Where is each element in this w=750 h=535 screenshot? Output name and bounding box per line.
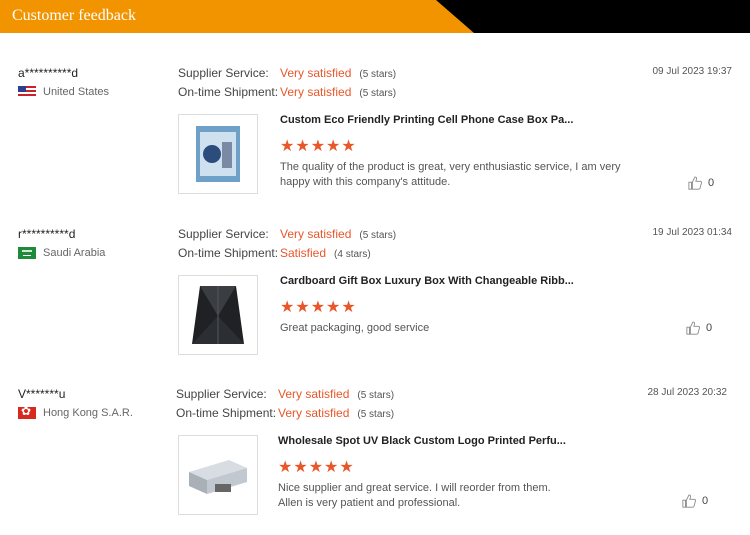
supplier-service-label: Supplier Service: [176,387,267,401]
saudi-flag-icon [18,247,36,259]
supplier-service-rating: Very satisfied [280,227,352,241]
supplier-service-stars: (5 stars) [359,69,397,80]
supplier-service-row: Supplier Service: Very satisfied (5 star… [176,387,394,401]
reviewer-country: United States [18,86,109,98]
supplier-service-row: Supplier Service: Very satisfied (5 star… [178,66,396,80]
supplier-service-label: Supplier Service: [178,66,269,80]
product-thumbnail[interactable] [178,435,258,515]
reviewer-name: V*******u [18,387,66,401]
us-flag-icon [18,86,36,98]
product-title-link[interactable]: Wholesale Spot UV Black Custom Logo Prin… [278,435,566,447]
shipment-row: On-time Shipment: Very satisfied (5 star… [178,85,396,99]
like-count: 0 [702,495,709,507]
phone-case-box-image [196,126,240,182]
shipment-rating: Satisfied [280,246,327,260]
reviewer-name: a**********d [18,66,79,80]
shipment-row: On-time Shipment: Very satisfied (5 star… [176,406,394,420]
perfume-box-image [189,460,247,494]
shipment-rating: Very satisfied [278,406,350,420]
reviewer-name: r**********d [18,227,76,241]
shipment-stars: (5 stars) [359,88,397,99]
reviewer-country: Saudi Arabia [18,247,105,259]
like-button[interactable]: 0 [686,321,712,335]
thumbs-up-icon [686,321,700,335]
rating-stars: ★★★★★ [280,138,357,155]
supplier-service-label: Supplier Service: [178,227,269,241]
supplier-service-stars: (5 stars) [357,390,395,401]
country-name: United States [43,86,110,98]
supplier-service-stars: (5 stars) [359,230,397,241]
product-thumbnail[interactable] [178,114,258,194]
section-title: Customer feedback [12,7,136,24]
review-comment: The quality of the product is great, ver… [280,161,621,188]
thumbs-up-icon [688,176,702,190]
shipment-stars: (4 stars) [334,249,371,260]
review-date: 19 Jul 2023 01:34 [652,227,732,238]
like-button[interactable]: 0 [682,494,708,508]
country-name: Saudi Arabia [43,247,106,259]
supplier-service-rating: Very satisfied [278,387,350,401]
review-comment: Great packaging, good service [280,322,430,334]
like-button[interactable]: 0 [688,176,714,190]
review-date: 28 Jul 2023 20:32 [647,387,727,398]
rating-stars: ★★★★★ [280,299,357,316]
rating-stars: ★★★★★ [278,459,355,476]
feedback-header: Customer feedback [0,0,750,33]
review-comment: Nice supplier and great service. I will … [278,482,551,509]
shipment-stars: (5 stars) [357,409,395,420]
shipment-label: On-time Shipment: [178,85,279,99]
shipment-label: On-time Shipment: [178,246,279,260]
product-title-link[interactable]: Cardboard Gift Box Luxury Box With Chang… [280,275,574,287]
thumbs-up-icon [682,494,696,508]
review-item: a**********d United States Supplier Serv… [0,66,750,226]
hong-kong-flag-icon [18,404,36,419]
review-date: 09 Jul 2023 19:37 [652,66,732,77]
shipment-row: On-time Shipment: Satisfied (4 stars) [178,246,371,260]
shipment-label: On-time Shipment: [176,406,277,420]
shipment-rating: Very satisfied [280,85,352,99]
supplier-service-rating: Very satisfied [280,66,352,80]
review-item: r**********d Saudi Arabia Supplier Servi… [0,227,750,387]
product-thumbnail[interactable] [178,275,258,355]
reviewer-country: Hong Kong S.A.R. [18,404,133,419]
product-title-link[interactable]: Custom Eco Friendly Printing Cell Phone … [280,114,573,126]
supplier-service-row: Supplier Service: Very satisfied (5 star… [178,227,396,241]
like-count: 0 [706,322,713,334]
country-name: Hong Kong S.A.R. [43,407,133,419]
review-item: V*******u Hong Kong S.A.R. Supplier Serv… [0,387,750,535]
gift-box-image [192,286,244,344]
like-count: 0 [708,177,715,189]
